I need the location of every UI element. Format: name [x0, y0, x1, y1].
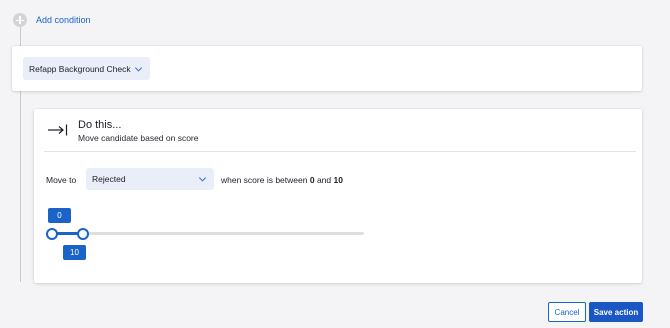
chevron-down-icon [198, 174, 207, 182]
arrow-right-to-bar-icon [48, 124, 68, 136]
add-condition-label: Add condition [36, 15, 91, 25]
status-select[interactable]: Rejected [86, 168, 214, 190]
divider [44, 151, 636, 152]
save-action-button[interactable]: Save action [589, 302, 643, 322]
slider-min-tooltip: 0 [48, 208, 71, 223]
slider-max-handle[interactable] [77, 228, 89, 240]
move-to-label: Move to [46, 175, 77, 185]
slider-max-tooltip: 10 [63, 245, 86, 260]
score-min-value: 0 [309, 175, 315, 185]
condition-select-value: Refapp Background Check [29, 63, 131, 74]
cancel-button[interactable]: Cancel [548, 302, 586, 322]
action-subtitle: Move candidate based on score [78, 133, 199, 143]
condition-select[interactable]: Refapp Background Check [23, 57, 150, 80]
score-prefix: when score is between [221, 175, 308, 185]
slider-min-handle[interactable] [46, 228, 58, 240]
action-card: Do this... Move candidate based on score… [34, 109, 642, 283]
chevron-down-icon [134, 63, 143, 72]
plus-circle-icon [13, 13, 27, 27]
score-max-value: 10 [333, 175, 343, 185]
score-slider-track[interactable] [52, 232, 364, 235]
condition-card: Refapp Background Check [12, 46, 642, 91]
status-select-value: Rejected [92, 174, 126, 184]
score-range-text: when score is between 0 and 10 [221, 175, 343, 185]
action-title: Do this... [78, 119, 122, 131]
add-condition-button[interactable]: Add condition [13, 13, 91, 27]
score-and: and [316, 175, 332, 185]
